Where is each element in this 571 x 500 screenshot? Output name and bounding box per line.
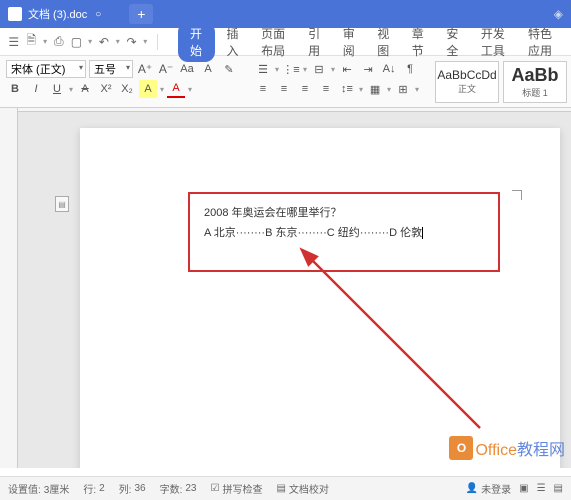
menu-icon[interactable]: ☰ — [8, 34, 20, 50]
format-brush-icon[interactable]: ✎ — [220, 60, 238, 78]
decrease-font-button[interactable]: A⁻ — [157, 60, 175, 78]
undo-icon[interactable]: ↶ — [98, 34, 110, 50]
tab-insert[interactable]: 插入 — [217, 22, 250, 62]
status-spellcheck[interactable]: ☑拼写检查 — [211, 481, 263, 496]
paragraph-group: ☰▾ ⋮≡▾ ⊟▾ ⇤ ⇥ A↓ ¶ ≡ ≡ ≡ ≡ ↕≡▾ ▦▾ ⊞▾ — [254, 60, 419, 103]
document-line1[interactable]: 2008 年奥运会在哪里举行？ — [204, 204, 484, 224]
document-title: 文档 (3).doc — [28, 6, 87, 22]
preview-icon[interactable]: ▢ — [71, 34, 83, 50]
align-center-icon[interactable]: ≡ — [275, 80, 293, 98]
status-words[interactable]: 字数: 23 — [160, 481, 197, 496]
chevron-down-icon[interactable]: ▾ — [88, 37, 92, 46]
watermark: O Office教程网 — [449, 436, 565, 460]
font-group: 宋体 (正文) 五号 A⁺ A⁻ Aa A ✎ B I U ▾ A X² X₂ … — [6, 60, 238, 103]
status-col: 列: 36 — [119, 481, 146, 496]
font-color-button[interactable]: A — [167, 80, 185, 98]
tab-close-icon[interactable]: ○ — [95, 9, 101, 20]
multilevel-icon[interactable]: ⊟ — [310, 60, 328, 78]
shading-icon[interactable]: ▦ — [366, 80, 384, 98]
watermark-text: Office教程网 — [475, 436, 565, 460]
tab-layout[interactable]: 页面布局 — [251, 22, 296, 62]
view-page-icon[interactable]: ▣ — [519, 483, 528, 494]
style-preview: AaBbCcDd — [437, 68, 496, 82]
numbering-icon[interactable]: ⋮≡ — [282, 60, 300, 78]
style-normal[interactable]: AaBbCcDd 正文 — [435, 61, 499, 103]
clear-format-button[interactable]: A — [199, 60, 217, 78]
style-heading1[interactable]: AaBb 标题 1 — [503, 61, 567, 103]
tab-view[interactable]: 视图 — [367, 22, 400, 62]
page-tag-icon: ▤ — [55, 196, 69, 212]
horizontal-ruler[interactable] — [18, 108, 571, 112]
chevron-down-icon[interactable]: ▾ — [43, 37, 47, 46]
text-cursor — [422, 227, 423, 239]
line-spacing-icon[interactable]: ↕≡ — [338, 80, 356, 98]
increase-font-button[interactable]: A⁺ — [136, 60, 154, 78]
document-page[interactable]: 2008 年奥运会在哪里举行？ A 北京········B 东京········… — [80, 128, 560, 468]
case-button[interactable]: Aa — [178, 60, 196, 78]
tab-review[interactable]: 审阅 — [333, 22, 366, 62]
style-preview: AaBb — [512, 65, 559, 86]
indent-left-icon[interactable]: ⇤ — [338, 60, 356, 78]
ribbon-tabs: 开始 插入 页面布局 引用 审阅 视图 章节 安全 开发工具 特色应用 — [178, 22, 563, 62]
app-menu-icon[interactable]: ◈ — [554, 7, 563, 21]
tab-start[interactable]: 开始 — [178, 22, 215, 62]
underline-button[interactable]: U — [48, 80, 66, 98]
workspace: 2008 年奥运会在哪里举行？ A 北京········B 东京········… — [0, 108, 571, 468]
style-label: 正文 — [458, 82, 476, 95]
quick-access-toolbar: ☰ 🗎 ▾ ⎙ ▢ ▾ ↶ ▾ ↷ ▾ 开始 插入 页面布局 引用 审阅 视图 … — [0, 28, 571, 56]
watermark-logo-icon: O — [449, 436, 473, 460]
status-row: 行: 2 — [83, 481, 104, 496]
doc-icon — [8, 7, 22, 21]
tab-reference[interactable]: 引用 — [298, 22, 331, 62]
selection-box: 2008 年奥运会在哪里举行？ A 北京········B 东京········… — [188, 192, 500, 272]
highlight-button[interactable]: A — [139, 80, 157, 98]
check-icon: ☑ — [211, 483, 220, 494]
view-outline-icon[interactable]: ☰ — [537, 483, 546, 494]
status-setting: 设置值: 3厘米 — [8, 481, 69, 496]
view-web-icon[interactable]: ▤ — [554, 483, 563, 494]
style-label: 标题 1 — [522, 86, 548, 99]
bold-button[interactable]: B — [6, 80, 24, 98]
indent-right-icon[interactable]: ⇥ — [359, 60, 377, 78]
strike-button[interactable]: A — [76, 80, 94, 98]
align-right-icon[interactable]: ≡ — [296, 80, 314, 98]
sort-icon[interactable]: A↓ — [380, 60, 398, 78]
tab-special[interactable]: 特色应用 — [518, 22, 563, 62]
superscript-button[interactable]: X² — [97, 80, 115, 98]
vertical-ruler[interactable] — [0, 108, 18, 468]
chevron-down-icon[interactable]: ▾ — [116, 37, 120, 46]
new-tab-button[interactable]: + — [129, 4, 153, 24]
chevron-down-icon[interactable]: ▾ — [143, 37, 147, 46]
user-icon: 👤 — [466, 483, 478, 494]
margin-corner-mark — [512, 190, 522, 200]
status-bar: 设置值: 3厘米 行: 2 列: 36 字数: 23 ☑拼写检查 ▤文档校对 👤… — [0, 476, 571, 500]
tab-chapter[interactable]: 章节 — [402, 22, 435, 62]
align-left-icon[interactable]: ≡ — [254, 80, 272, 98]
ribbon: 宋体 (正文) 五号 A⁺ A⁻ Aa A ✎ B I U ▾ A X² X₂ … — [0, 56, 571, 108]
print-icon[interactable]: ⎙ — [53, 34, 65, 50]
status-login[interactable]: 👤未登录 — [466, 481, 511, 496]
document-line2[interactable]: A 北京········B 东京········C 纽约········D 伦敦 — [204, 224, 484, 244]
save-icon[interactable]: 🗎 — [26, 34, 38, 50]
show-marks-icon[interactable]: ¶ — [401, 60, 419, 78]
redo-icon[interactable]: ↷ — [126, 34, 138, 50]
styles-group: AaBbCcDd 正文 AaBb 标题 1 — [435, 60, 567, 103]
tab-devtools[interactable]: 开发工具 — [471, 22, 516, 62]
italic-button[interactable]: I — [27, 80, 45, 98]
borders-icon[interactable]: ⊞ — [394, 80, 412, 98]
doc-icon: ▤ — [276, 483, 285, 494]
tab-security[interactable]: 安全 — [436, 22, 469, 62]
status-doccheck[interactable]: ▤文档校对 — [276, 481, 328, 496]
font-name-combo[interactable]: 宋体 (正文) — [6, 60, 86, 78]
justify-icon[interactable]: ≡ — [317, 80, 335, 98]
font-size-combo[interactable]: 五号 — [89, 60, 133, 78]
subscript-button[interactable]: X₂ — [118, 80, 136, 98]
bullets-icon[interactable]: ☰ — [254, 60, 272, 78]
